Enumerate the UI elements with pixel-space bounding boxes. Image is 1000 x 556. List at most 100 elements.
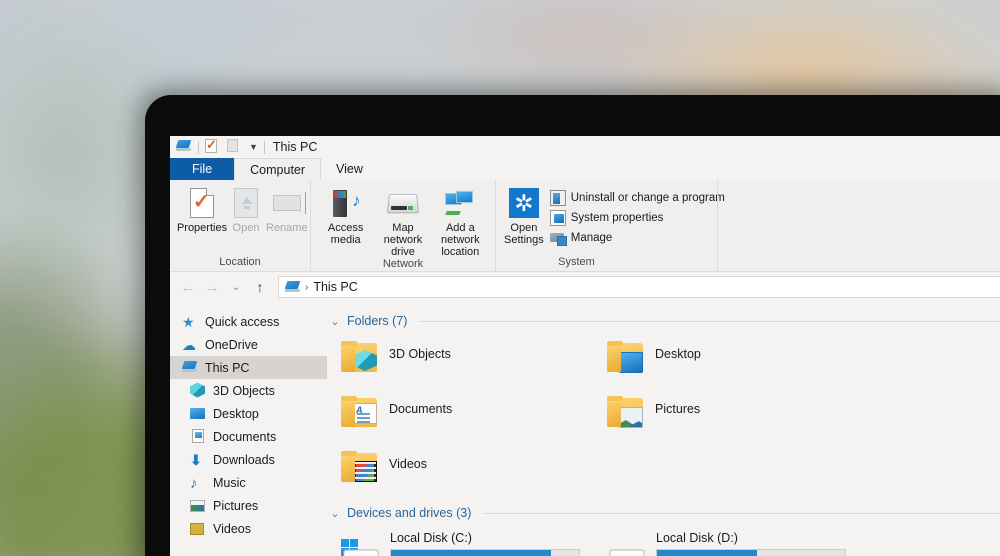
access-media-label: Access media	[327, 222, 364, 246]
breadcrumb-current[interactable]: This PC	[313, 280, 357, 294]
quick-access-divider-1	[198, 140, 199, 154]
sidebar-item-documents[interactable]: Documents	[170, 425, 327, 448]
folder-label-videos: Videos	[389, 457, 427, 471]
ribbon-group-network: ♪ Access media Map network drive Add a n…	[310, 180, 495, 271]
breadcrumb[interactable]: › This PC	[278, 276, 1000, 298]
open-label: Open	[232, 222, 260, 234]
explorer-body: ★ Quick access ☁ OneDrive This PC 3D Obj…	[170, 302, 1000, 556]
folder-label-pictures: Pictures	[655, 402, 701, 416]
breadcrumb-this-pc-icon[interactable]	[284, 280, 301, 294]
rename-icon	[271, 187, 306, 219]
folder-item-desktop[interactable]: Desktop	[607, 337, 873, 392]
tab-file[interactable]: File	[170, 158, 235, 180]
recent-locations-button[interactable]: ⌄	[226, 277, 246, 297]
sidebar-item-this-pc[interactable]: This PC	[170, 356, 327, 379]
sidebar-item-3d-objects[interactable]: 3D Objects	[170, 379, 327, 402]
new-folder-icon[interactable]	[227, 139, 243, 155]
sidebar-item-desktop[interactable]: Desktop	[170, 402, 327, 425]
drives-group-title: Devices and drives (3)	[347, 506, 472, 520]
open-icon	[230, 187, 262, 219]
folder-label-documents: Documents	[389, 402, 453, 416]
back-button[interactable]: ←	[178, 277, 198, 297]
sidebar-item-videos[interactable]: Videos	[170, 517, 327, 540]
documents-icon	[190, 428, 206, 445]
ribbon-group-system: ✲ Open Settings Uninstall or change a pr…	[495, 180, 725, 271]
sidebar-label-pictures: Pictures	[213, 498, 259, 513]
system-properties-command[interactable]: System properties	[546, 208, 729, 228]
system-properties-icon	[549, 210, 566, 226]
quick-access-divider-2	[263, 140, 265, 154]
downloads-icon: ⬇	[190, 451, 202, 468]
folder-item-documents[interactable]: Documents	[341, 392, 607, 447]
open-settings-label: Open Settings	[504, 222, 544, 246]
music-icon: ♪	[190, 474, 198, 492]
properties-icon[interactable]	[205, 137, 221, 155]
drives-tile-grid: Local Disk (C:) 17.9 GB free of 118 GB L…	[327, 520, 1000, 556]
properties-button[interactable]: Properties	[176, 184, 228, 234]
map-network-drive-label: Map network drive	[383, 222, 423, 258]
open-button[interactable]: Open	[228, 184, 264, 234]
drive-name-c: Local Disk (C:)	[390, 531, 472, 545]
folders-group-header[interactable]: ⌄ Folders (7)	[327, 314, 1000, 328]
window-title: This PC	[272, 140, 318, 154]
breadcrumb-separator-icon: ›	[305, 281, 309, 293]
videos-icon	[190, 521, 206, 537]
sidebar-item-downloads[interactable]: ⬇ Downloads	[170, 448, 327, 471]
sidebar-item-onedrive[interactable]: ☁ OneDrive	[170, 333, 327, 356]
star-icon: ★	[182, 313, 195, 330]
add-network-location-icon	[444, 187, 476, 219]
folder-documents-icon	[341, 396, 379, 428]
sidebar-label-onedrive: OneDrive	[205, 337, 258, 352]
tab-computer[interactable]: Computer	[234, 158, 322, 180]
uninstall-label: Uninstall or change a program	[570, 192, 725, 204]
rename-label: Rename	[266, 222, 308, 234]
cloud-icon: ☁	[182, 336, 196, 353]
pictures-icon	[190, 498, 206, 514]
sidebar-label-music: Music	[213, 475, 246, 490]
folder-desktop-icon	[607, 341, 645, 373]
settings-gear-icon: ✲	[508, 187, 540, 219]
customize-quick-access-caret-icon[interactable]: ▼	[249, 142, 258, 152]
manage-label: Manage	[570, 232, 613, 244]
rename-button[interactable]: Rename	[264, 184, 310, 234]
access-media-button[interactable]: ♪ Access media	[317, 184, 374, 246]
open-settings-button[interactable]: ✲ Open Settings	[502, 184, 546, 246]
add-network-location-button[interactable]: Add a network location	[432, 184, 489, 258]
drives-group-rule	[483, 512, 1000, 514]
manage-icon	[549, 230, 567, 246]
map-network-drive-button[interactable]: Map network drive	[374, 184, 431, 258]
ribbon-group-location: Properties Open Rename Location	[170, 180, 310, 271]
forward-button[interactable]: →	[202, 277, 222, 297]
folder-pictures-icon	[607, 396, 645, 428]
map-network-drive-icon	[386, 187, 420, 219]
folder-item-3d-objects[interactable]: 3D Objects	[341, 337, 607, 392]
title-bar: ▼ This PC	[170, 136, 1000, 158]
folder-item-videos[interactable]: Videos	[341, 447, 607, 502]
up-button[interactable]: ↑	[250, 277, 270, 297]
this-pc-icon	[181, 360, 198, 376]
sidebar-item-quick-access[interactable]: ★ Quick access	[170, 310, 327, 333]
desktop-icon	[190, 406, 206, 422]
chevron-down-icon[interactable]: ⌄	[329, 507, 341, 520]
navigation-pane: ★ Quick access ☁ OneDrive This PC 3D Obj…	[170, 302, 327, 556]
chevron-down-icon[interactable]: ⌄	[329, 315, 341, 328]
drive-item-c[interactable]: Local Disk (C:) 17.9 GB free of 118 GB	[341, 529, 607, 556]
this-pc-icon[interactable]	[175, 139, 192, 155]
sidebar-label-downloads: Downloads	[213, 452, 275, 467]
sidebar-item-music[interactable]: ♪ Music	[170, 471, 327, 494]
uninstall-or-change-program-command[interactable]: Uninstall or change a program	[546, 188, 729, 208]
properties-icon	[186, 187, 218, 219]
tab-view[interactable]: View	[321, 158, 378, 180]
address-bar: ← → ⌄ ↑ › This PC	[170, 272, 1000, 302]
drive-item-d[interactable]: Local Disk (D:) 113 GB free of 238 GB	[607, 529, 873, 556]
add-network-location-label: Add a network location	[441, 222, 480, 258]
file-explorer-window: ▼ This PC File Computer View Properties …	[170, 136, 1000, 556]
drive-name-d: Local Disk (D:)	[656, 531, 738, 545]
manage-command[interactable]: Manage	[546, 228, 729, 248]
sidebar-item-pictures[interactable]: Pictures	[170, 494, 327, 517]
folder-item-pictures[interactable]: Pictures	[607, 392, 873, 447]
sidebar-label-3d-objects: 3D Objects	[213, 383, 275, 398]
drive-capacity-bar-d	[656, 549, 846, 556]
drives-group-header[interactable]: ⌄ Devices and drives (3)	[327, 506, 1000, 520]
access-media-icon: ♪	[330, 187, 362, 219]
